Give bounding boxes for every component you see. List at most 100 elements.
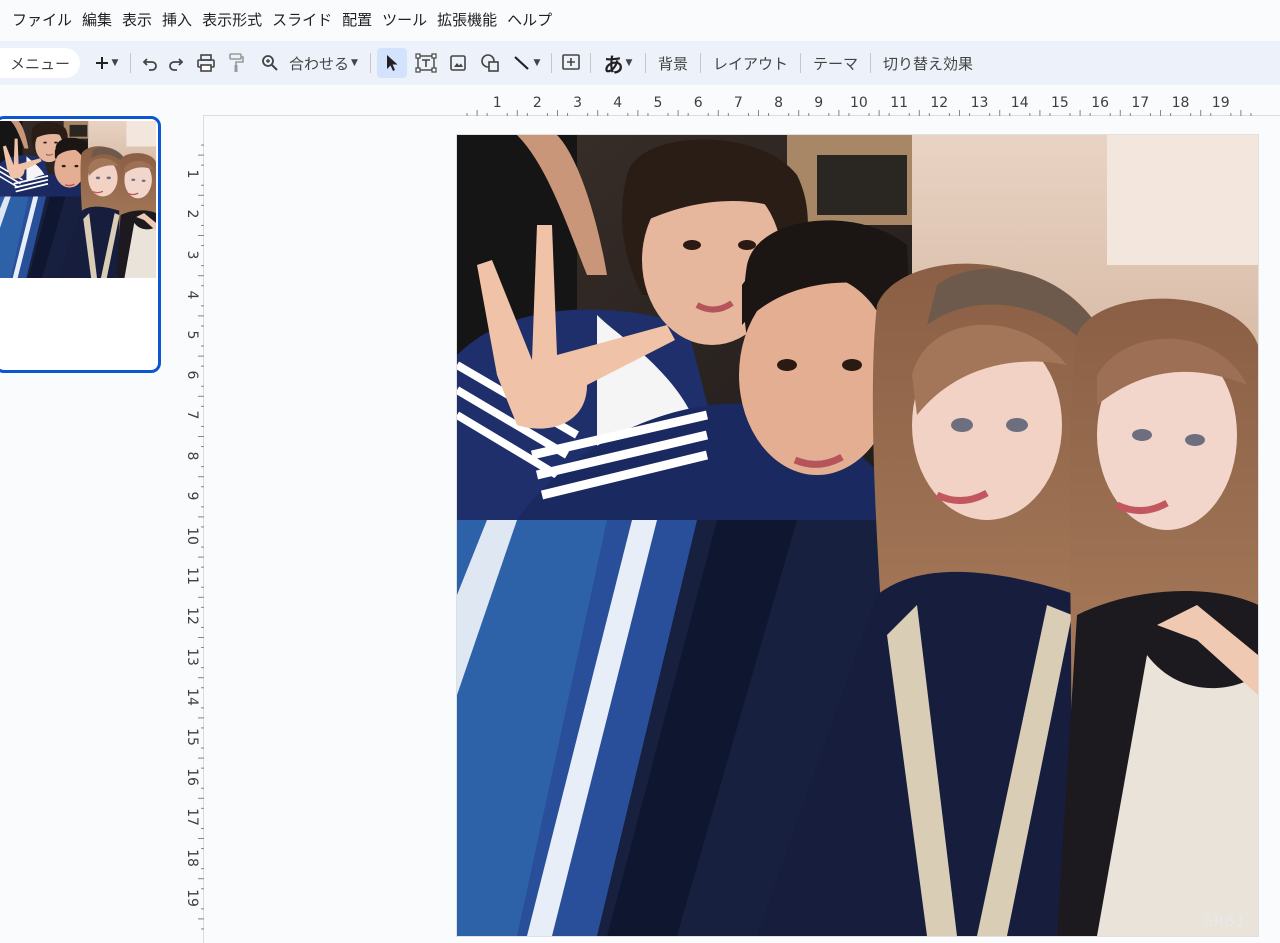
menu-extensions[interactable]: 拡張機能	[435, 5, 505, 35]
text-style-label: あ	[603, 52, 624, 77]
paint-format-button[interactable]	[223, 48, 249, 78]
chevron-down-icon: ▼	[533, 58, 541, 68]
ruler-number: 19	[1211, 95, 1230, 111]
plus-icon	[94, 55, 110, 71]
layout-button[interactable]: レイアウト	[707, 48, 794, 78]
ruler-number: 12	[930, 95, 949, 111]
zoom-icon	[261, 54, 279, 72]
ruler-number: 18	[184, 848, 200, 867]
ruler-number: 9	[814, 95, 824, 111]
menu-format[interactable]: 表示形式	[200, 5, 270, 35]
print-button[interactable]	[193, 48, 219, 78]
zoom-label: 合わせる	[289, 54, 350, 73]
ruler-number: 10	[850, 95, 868, 111]
menu-search[interactable]: メニュー	[0, 48, 81, 78]
transition-button[interactable]: 切り替え効果	[877, 48, 979, 78]
menu-slide[interactable]: スライド	[270, 5, 340, 35]
cursor-icon	[384, 54, 400, 72]
line-tool[interactable]: ▼	[509, 48, 545, 78]
ruler-number: 3	[184, 250, 200, 260]
add-comment-icon	[561, 53, 581, 73]
ruler-number: 1	[492, 95, 502, 111]
divider	[369, 53, 371, 73]
slide-thumbnail-image	[0, 121, 156, 279]
photo	[0, 121, 156, 278]
ruler-number: 11	[890, 95, 909, 111]
shape-icon	[480, 53, 500, 73]
ruler-number: 14	[1010, 95, 1029, 111]
filmstrip	[0, 86, 172, 943]
slide-canvas[interactable]: GR81	[457, 135, 1258, 936]
ruler-number: 17	[1131, 95, 1150, 111]
new-slide-button[interactable]: ▼	[88, 48, 124, 78]
menu-tools[interactable]: ツール	[380, 5, 435, 35]
image-tool[interactable]	[445, 48, 471, 78]
ruler-number: 2	[532, 95, 542, 111]
menu-arrange[interactable]: 配置	[340, 5, 380, 35]
text-style-button[interactable]: あ ▼	[597, 48, 639, 78]
ruler-number: 18	[1171, 95, 1190, 111]
ruler-number: 16	[1091, 95, 1110, 111]
ruler-number: 7	[184, 410, 200, 420]
ruler-number: 5	[653, 95, 663, 111]
undo-icon	[141, 54, 159, 72]
zoom-button[interactable]	[257, 48, 283, 78]
add-comment-button[interactable]	[558, 48, 584, 78]
ruler-number: 15	[1051, 95, 1069, 111]
divider	[799, 53, 801, 73]
ruler-number: 8	[184, 451, 200, 461]
ruler-number: 8	[774, 95, 784, 111]
divider	[130, 53, 132, 73]
ruler-number: 4	[184, 290, 200, 300]
menu-help[interactable]: ヘルプ	[505, 5, 560, 35]
ruler-number: 16	[184, 768, 200, 787]
watermark-text: GR81	[1203, 911, 1246, 930]
chevron-down-icon: ▼	[351, 58, 358, 68]
undo-button[interactable]	[137, 48, 163, 78]
ruler-number: 2	[184, 209, 200, 219]
theme-button[interactable]: テーマ	[807, 48, 864, 78]
ruler-number: 1	[184, 169, 200, 179]
select-tool[interactable]	[376, 48, 407, 78]
ruler-number: 5	[184, 330, 200, 340]
textbox-tool[interactable]	[413, 48, 439, 78]
ruler-number: 11	[184, 567, 200, 586]
ruler-number: 9	[184, 491, 200, 501]
menu-view[interactable]: 表示	[120, 5, 160, 35]
print-icon	[196, 54, 216, 72]
menu-file[interactable]: ファイル	[10, 5, 80, 35]
redo-button[interactable]	[163, 48, 189, 78]
slide-thumbnail[interactable]	[0, 116, 161, 373]
toolbar: メニュー ▼ 合わせる ▼ ▼ あ ▼ 背景 レイアウト テーマ 切り替え効果	[0, 41, 1280, 85]
paint-format-icon	[227, 53, 245, 73]
ruler-number: 6	[693, 95, 703, 111]
divider	[589, 53, 591, 73]
shape-tool[interactable]	[477, 48, 503, 78]
menu-insert[interactable]: 挿入	[160, 5, 200, 35]
ruler-number: 4	[613, 95, 623, 111]
ruler-number: 13	[970, 95, 989, 111]
divider	[644, 53, 646, 73]
ruler-number: 10	[184, 527, 200, 545]
ruler-number: 7	[733, 95, 743, 111]
redo-icon	[167, 54, 185, 72]
line-icon	[513, 54, 531, 72]
ruler-number: 14	[184, 687, 200, 706]
chevron-down-icon: ▼	[625, 58, 633, 68]
ruler-number: 3	[573, 95, 583, 111]
divider	[699, 53, 701, 73]
ruler-number: 17	[184, 808, 200, 827]
zoom-select[interactable]: 合わせる ▼	[283, 48, 364, 78]
chevron-down-icon: ▼	[111, 58, 119, 68]
slide-image[interactable]: GR81	[457, 135, 1258, 936]
horizontal-ruler[interactable]: 1 2 3 4 5 6 7 8 9 10 11 12 13 14 15 16 17 18 19	[457, 94, 1258, 116]
ruler-number: 12	[184, 607, 200, 626]
background-button[interactable]: 背景	[652, 48, 694, 78]
menu-edit[interactable]: 編集	[80, 5, 120, 35]
vertical-ruler[interactable]: 1 2 3 4 5 6 7 8 9 10 11 12 13 14 15 16 17 18 19	[180, 135, 204, 940]
ruler-number: 13	[184, 647, 200, 666]
image-icon	[449, 54, 467, 72]
ruler-number: 19	[184, 888, 200, 907]
ruler-number: 15	[184, 728, 200, 746]
divider	[870, 53, 871, 73]
